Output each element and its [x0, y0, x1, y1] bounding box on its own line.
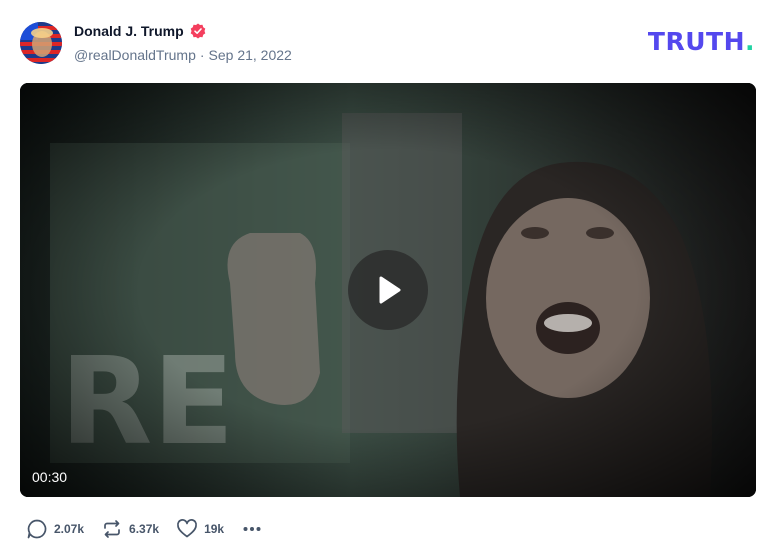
- post-actions: 2.07k 6.37k 19k: [26, 517, 280, 541]
- avatar[interactable]: [20, 22, 62, 64]
- video-player[interactable]: RE 00:30: [20, 83, 756, 497]
- video-duration: 00:30: [32, 469, 68, 485]
- repost-icon: [104, 520, 120, 538]
- reply-button[interactable]: 2.07k: [26, 518, 84, 540]
- logo-dot: .: [745, 27, 755, 56]
- comment-icon: [27, 519, 47, 539]
- more-button[interactable]: [241, 518, 263, 540]
- logo-text: TRUTH: [647, 27, 745, 56]
- like-count: 19k: [204, 522, 225, 536]
- author-name[interactable]: Donald J. Trump: [74, 23, 184, 39]
- retruth-count: 6.37k: [129, 522, 160, 536]
- reply-count: 2.07k: [54, 522, 85, 536]
- truth-logo[interactable]: TRUTH.: [648, 27, 755, 56]
- heart-icon: [177, 519, 197, 538]
- play-button[interactable]: [348, 250, 428, 330]
- more-icon: [243, 527, 261, 531]
- like-button[interactable]: 19k: [176, 518, 224, 540]
- post-date[interactable]: Sep 21, 2022: [209, 47, 292, 63]
- post-header: Donald J. Trump @realDonaldTrump · Sep 2…: [20, 20, 757, 66]
- avatar-image: [20, 22, 62, 64]
- meta-separator: ·: [199, 47, 205, 63]
- author-row: Donald J. Trump: [74, 23, 206, 39]
- author-handle[interactable]: @realDonaldTrump: [74, 47, 196, 63]
- play-icon: [379, 276, 401, 304]
- post-meta: @realDonaldTrump · Sep 21, 2022: [74, 47, 292, 63]
- retruth-button[interactable]: 6.37k: [101, 518, 159, 540]
- verified-badge-icon: [190, 23, 206, 39]
